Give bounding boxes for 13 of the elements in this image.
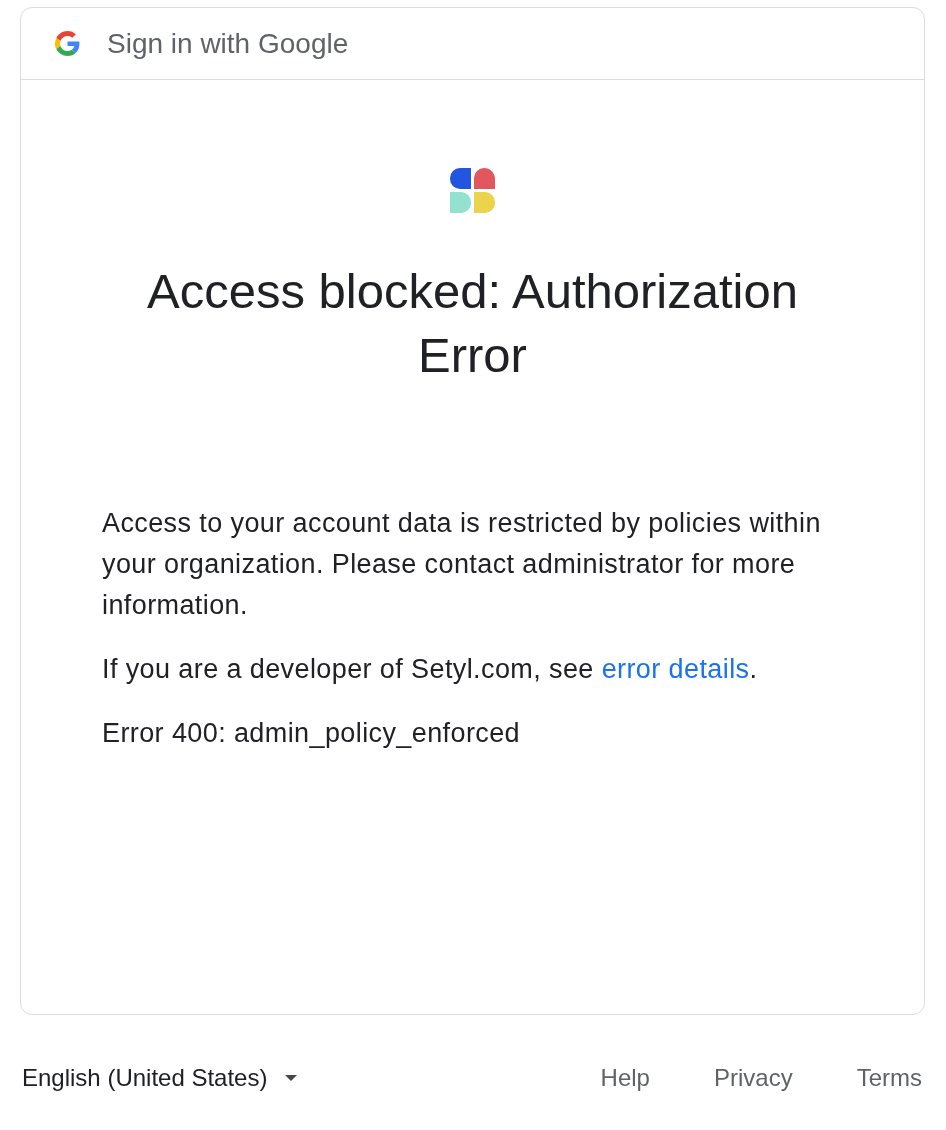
footer-link[interactable]: Privacy <box>713 1066 793 1090</box>
footer-link[interactable]: Terms <box>856 1066 922 1090</box>
header-title: Sign in with Google <box>107 29 349 58</box>
page-heading: Access blocked: Authorization Error <box>146 263 799 384</box>
app-logo-icon <box>450 168 495 213</box>
error-message: Access to your account data is restricted by policies within your organization. Please contact administrator for more information. <box>102 507 822 622</box>
developer-note: If you are a developer of Setyl.com, see error details. <box>102 653 759 686</box>
footer-link[interactable]: Help <box>600 1066 650 1090</box>
error-details-link[interactable]: error details <box>601 654 750 684</box>
language-dropdown[interactable]: English (United States) <box>22 1066 298 1090</box>
caret-down-icon <box>285 1075 298 1081</box>
error-message: Error 400: admin_policy_enforced <box>102 717 522 750</box>
google-g-icon <box>55 31 80 56</box>
